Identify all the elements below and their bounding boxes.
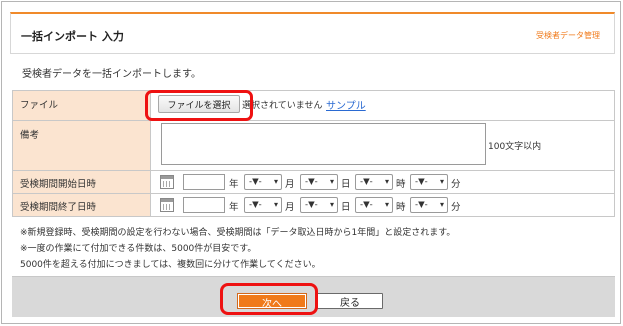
back-button[interactable]: 戻る xyxy=(317,293,383,309)
choose-file-button[interactable]: ファイルを選択 xyxy=(158,95,240,113)
start-date-cell: 年 -▼- ▾ 月 -▼- ▾ 日 -▼- ▾ 時 -▼- ▾ 分 xyxy=(150,170,615,194)
end-year-input[interactable] xyxy=(183,197,225,213)
notes-block: ※新規登録時、受検期間の設定を行わない場合、受検期間は「データ取込日時から1年間… xyxy=(20,225,455,273)
calendar-icon[interactable] xyxy=(160,175,174,189)
chevron-down-icon: ▾ xyxy=(329,177,334,186)
page-frame: 一括インポート 入力 受検者データ管理 受検者データを一括インポートします。 フ… xyxy=(1,1,621,324)
end-year-unit: 年 xyxy=(229,202,239,213)
start-month-value: -▼- xyxy=(249,177,262,187)
end-date-label: 受検期間終了日時 xyxy=(12,193,151,217)
note-row: 備考 100文字以内 xyxy=(12,120,615,171)
note-textarea[interactable] xyxy=(161,123,486,165)
start-minute-value: -▼- xyxy=(415,177,428,187)
note-label: 備考 xyxy=(12,120,151,171)
chevron-down-icon: ▾ xyxy=(439,200,444,209)
note-cell: 100文字以内 xyxy=(150,120,615,171)
sample-link[interactable]: サンプル xyxy=(326,97,366,112)
chevron-down-icon: ▾ xyxy=(273,177,278,186)
file-row: ファイル ファイルを選択 選択されていません サンプル xyxy=(12,90,615,121)
chevron-down-icon: ▾ xyxy=(273,200,278,209)
start-year-input[interactable] xyxy=(183,174,225,190)
file-cell: ファイルを選択 選択されていません サンプル xyxy=(150,90,615,121)
page-title: 一括インポート 入力 xyxy=(21,30,124,43)
start-date-label: 受検期間開始日時 xyxy=(12,170,151,194)
start-day-select[interactable]: -▼- ▾ xyxy=(300,174,338,190)
start-date-row: 受検期間開始日時 年 -▼- ▾ 月 -▼- ▾ 日 -▼- ▾ 時 -▼- ▾ 分 xyxy=(12,170,615,194)
start-year-unit: 年 xyxy=(229,179,239,190)
start-minute-unit: 分 xyxy=(451,179,461,190)
end-month-unit: 月 xyxy=(285,202,295,213)
page-header: 一括インポート 入力 受検者データ管理 xyxy=(10,12,615,54)
end-month-value: -▼- xyxy=(249,200,262,210)
end-hour-value: -▼- xyxy=(360,200,373,210)
chevron-down-icon: ▾ xyxy=(329,200,334,209)
file-label: ファイル xyxy=(12,90,151,121)
chevron-down-icon: ▾ xyxy=(384,200,389,209)
note-limit-text: 100文字以内 xyxy=(488,142,542,152)
calendar-icon[interactable] xyxy=(160,198,174,212)
end-month-select[interactable]: -▼- ▾ xyxy=(244,197,282,213)
file-status-text: 選択されていません xyxy=(242,101,323,111)
end-hour-unit: 時 xyxy=(396,202,406,213)
start-hour-unit: 時 xyxy=(396,179,406,190)
import-form-table: ファイル ファイルを選択 選択されていません サンプル 備考 100文字以内 受… xyxy=(12,90,615,217)
note-line: ※新規登録時、受検期間の設定を行わない場合、受検期間は「データ取込日時から1年間… xyxy=(20,228,456,238)
start-day-unit: 日 xyxy=(341,179,351,190)
start-month-select[interactable]: -▼- ▾ xyxy=(244,174,282,190)
end-day-value: -▼- xyxy=(305,200,318,210)
note-line: ※一度の作業にて付加できる件数は、5000件が目安です。 xyxy=(20,244,257,254)
end-date-row: 受検期間終了日時 年 -▼- ▾ 月 -▼- ▾ 日 -▼- ▾ 時 -▼- ▾ 分 xyxy=(12,193,615,217)
end-day-unit: 日 xyxy=(341,202,351,213)
note-line: 5000件を超える付加につきましては、複数回に分けて作業してください。 xyxy=(20,260,321,270)
end-minute-select[interactable]: -▼- ▾ xyxy=(410,197,448,213)
start-month-unit: 月 xyxy=(285,179,295,190)
start-minute-select[interactable]: -▼- ▾ xyxy=(410,174,448,190)
chevron-down-icon: ▾ xyxy=(439,177,444,186)
examinee-data-management-link[interactable]: 受検者データ管理 xyxy=(536,30,600,41)
end-minute-value: -▼- xyxy=(415,200,428,210)
chevron-down-icon: ▾ xyxy=(384,177,389,186)
start-hour-value: -▼- xyxy=(360,177,373,187)
end-hour-select[interactable]: -▼- ▾ xyxy=(355,197,393,213)
intro-text: 受検者データを一括インポートします。 xyxy=(22,69,201,80)
next-button[interactable]: 次へ xyxy=(237,293,307,310)
start-day-value: -▼- xyxy=(305,177,318,187)
end-day-select[interactable]: -▼- ▾ xyxy=(300,197,338,213)
start-hour-select[interactable]: -▼- ▾ xyxy=(355,174,393,190)
button-bar xyxy=(12,276,615,317)
end-minute-unit: 分 xyxy=(451,202,461,213)
end-date-cell: 年 -▼- ▾ 月 -▼- ▾ 日 -▼- ▾ 時 -▼- ▾ 分 xyxy=(150,193,615,217)
